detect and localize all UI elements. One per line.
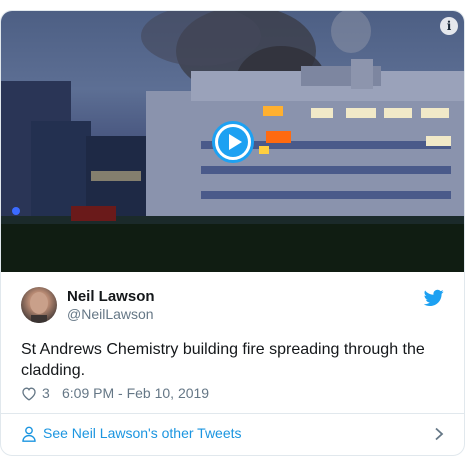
author-name[interactable]: Neil Lawson — [67, 288, 155, 305]
other-tweets-label[interactable]: See Neil Lawson's other Tweets — [43, 425, 242, 441]
twitter-bird-icon[interactable] — [424, 289, 444, 307]
tweet-meta: 3 6:09 PM - Feb 10, 2019 — [21, 384, 446, 404]
tweet-text: St Andrews Chemistry building fire sprea… — [21, 341, 425, 379]
tweet-author[interactable]: Neil Lawson @NeilLawson — [21, 287, 446, 327]
person-icon — [22, 426, 36, 442]
play-icon — [218, 127, 248, 157]
heart-icon[interactable] — [21, 386, 37, 401]
chevron-right-icon — [435, 427, 444, 441]
play-button[interactable] — [212, 121, 254, 163]
embedded-tweet-card[interactable]: i Neil Lawson @NeilLawson St Andrews Che… — [0, 10, 465, 456]
other-tweets-link[interactable]: See Neil Lawson's other Tweets — [1, 414, 464, 455]
tweet-video-thumbnail[interactable]: i — [1, 11, 464, 272]
tweet-timestamp[interactable]: 6:09 PM - Feb 10, 2019 — [62, 385, 209, 401]
avatar[interactable] — [21, 287, 57, 323]
info-icon[interactable]: i — [440, 17, 458, 35]
like-count[interactable]: 3 — [42, 385, 50, 401]
author-handle[interactable]: @NeilLawson — [67, 306, 154, 322]
